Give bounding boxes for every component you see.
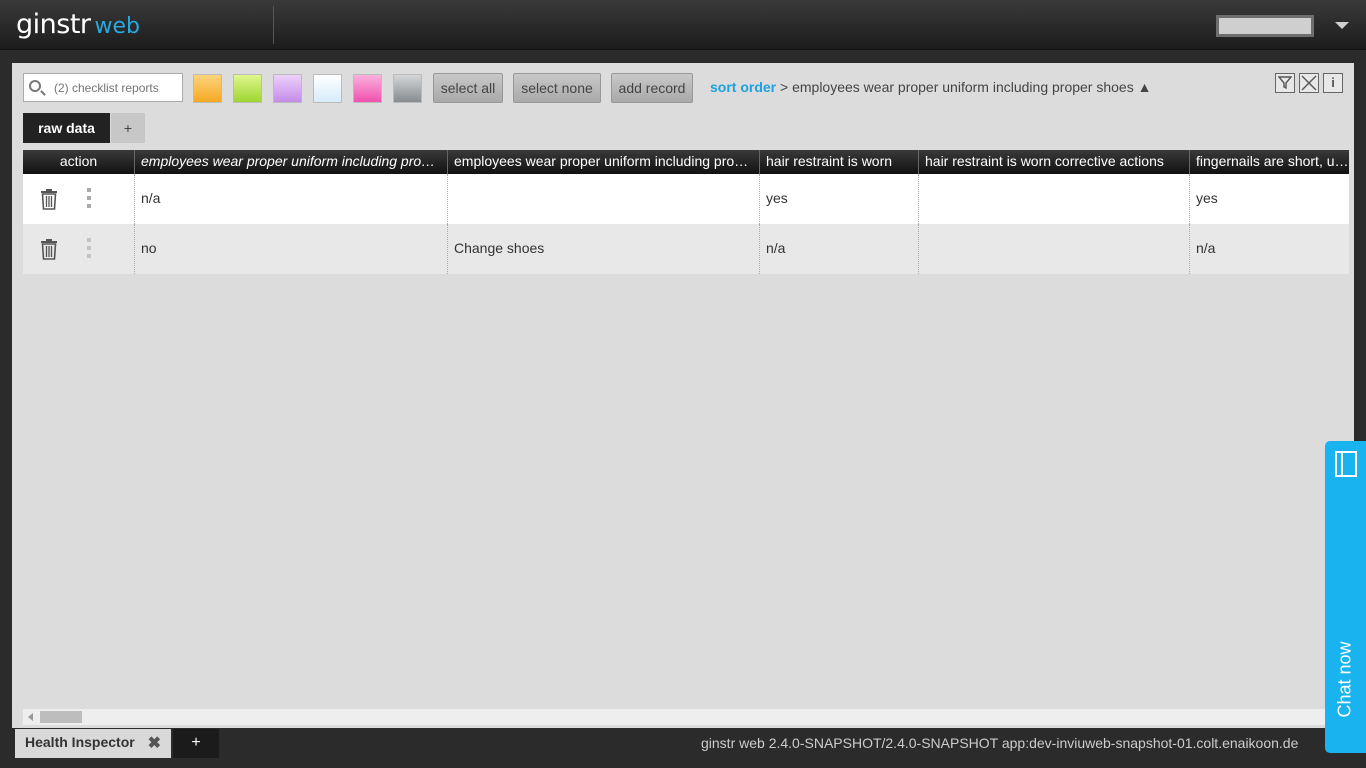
table-cell[interactable] [919, 174, 1190, 224]
sort-order: sort order > employees wear proper unifo… [710, 79, 1151, 95]
main-panel: select all select none add record sort o… [12, 63, 1354, 728]
search-icon [29, 80, 41, 92]
funnel-icon[interactable] [1275, 73, 1295, 93]
table-cell[interactable]: no [135, 224, 448, 274]
action-cell [23, 224, 135, 274]
version-info: ginstr web 2.4.0-SNAPSHOT/2.4.0-SNAPSHOT… [701, 735, 1299, 751]
add-view-button[interactable]: + [111, 113, 145, 143]
table-row[interactable]: n/a yes yes [23, 174, 1349, 224]
close-icon[interactable]: ✖ [148, 730, 161, 757]
table-cell[interactable]: n/a [1190, 224, 1349, 274]
logo-sub: web [94, 14, 141, 39]
tab-raw-data[interactable]: raw data [23, 113, 110, 143]
table-cell[interactable]: yes [1190, 174, 1349, 224]
data-table: action employees wear proper uniform inc… [23, 150, 1349, 274]
table-cell[interactable]: yes [760, 174, 919, 224]
sort-order-link[interactable]: sort order [710, 79, 776, 95]
add-record-button[interactable]: add record [611, 73, 693, 103]
color-filter-gray[interactable] [393, 74, 422, 103]
clear-filter-icon[interactable] [1299, 73, 1319, 93]
table-cell[interactable] [448, 174, 760, 224]
column-header-action[interactable]: action [23, 150, 135, 174]
action-cell [23, 174, 135, 224]
table-cell[interactable]: n/a [135, 174, 448, 224]
chevron-down-icon[interactable] [1335, 22, 1349, 29]
column-header[interactable]: employees wear proper uniform including … [135, 150, 448, 174]
drag-handle-icon[interactable] [86, 188, 92, 210]
column-header[interactable]: hair restraint is worn corrective action… [919, 150, 1190, 174]
color-filter-lightblue[interactable] [313, 74, 342, 103]
table-cell[interactable] [919, 224, 1190, 274]
search-box[interactable] [23, 73, 183, 102]
search-input[interactable] [54, 79, 178, 97]
table-cell[interactable]: n/a [760, 224, 919, 274]
color-filter-purple[interactable] [273, 74, 302, 103]
column-header[interactable]: fingernails are short, unp [1190, 150, 1349, 174]
info-icon[interactable]: i [1323, 73, 1343, 93]
book-icon [1335, 451, 1357, 477]
trash-icon[interactable] [40, 188, 58, 210]
user-menu[interactable] [1216, 15, 1314, 37]
horizontal-scrollbar[interactable] [23, 709, 1354, 725]
app-tab-health-inspector[interactable]: Health Inspector ✖ [15, 729, 171, 758]
table-cell[interactable]: Change shoes [448, 224, 760, 274]
column-header[interactable]: hair restraint is worn [760, 150, 919, 174]
app-tab-label: Health Inspector [25, 734, 135, 750]
trash-icon[interactable] [40, 238, 58, 260]
select-none-button[interactable]: select none [513, 73, 601, 103]
sort-order-value: > employees wear proper uniform includin… [776, 79, 1152, 95]
chat-now-label: Chat now [1334, 641, 1355, 718]
add-app-tab-button[interactable]: + [173, 729, 219, 758]
color-filter-orange[interactable] [193, 74, 222, 103]
table-header: action employees wear proper uniform inc… [23, 150, 1349, 174]
color-filter-green[interactable] [233, 74, 262, 103]
chat-now-button[interactable]: Chat now [1325, 441, 1366, 753]
scrollbar-thumb[interactable] [40, 711, 82, 723]
select-all-button[interactable]: select all [433, 73, 503, 103]
logo-main: ginstr [16, 9, 91, 40]
ginstr-logo[interactable]: ginstr web [16, 9, 140, 40]
top-bar: ginstr web [0, 0, 1366, 50]
top-divider [273, 6, 274, 44]
table-row[interactable]: no Change shoes n/a n/a [23, 224, 1349, 274]
scroll-left-icon[interactable] [28, 713, 33, 721]
drag-handle-icon[interactable] [86, 238, 92, 260]
color-filter-pink[interactable] [353, 74, 382, 103]
column-header[interactable]: employees wear proper uniform including … [448, 150, 760, 174]
